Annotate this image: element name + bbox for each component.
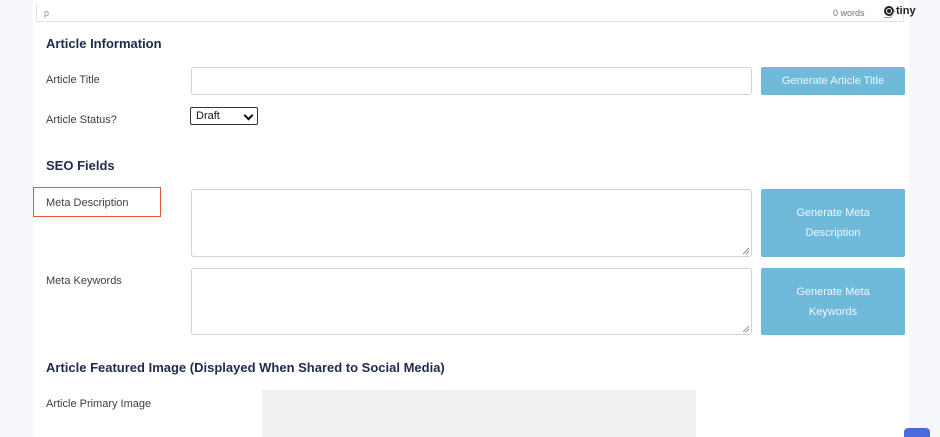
article-title-input[interactable] bbox=[191, 67, 752, 95]
generate-meta-description-button[interactable]: Generate Meta Description bbox=[761, 189, 905, 257]
generate-article-title-button[interactable]: Generate Article Title bbox=[761, 67, 905, 95]
tiny-brand: tiny bbox=[896, 5, 916, 17]
section-title-featured-image: Article Featured Image (Displayed When S… bbox=[46, 360, 445, 375]
primary-image-dropzone[interactable] bbox=[262, 390, 696, 437]
chevron-down-icon bbox=[243, 110, 254, 121]
meta-keywords-label: Meta Keywords bbox=[46, 275, 122, 287]
article-primary-image-label: Article Primary Image bbox=[46, 398, 152, 410]
meta-description-textarea[interactable] bbox=[191, 189, 752, 257]
word-count: 0 words bbox=[833, 8, 865, 18]
article-status-value: Draft bbox=[196, 110, 220, 122]
chat-widget-tab[interactable] bbox=[904, 428, 930, 437]
section-title-article-information: Article Information bbox=[46, 36, 162, 51]
meta-description-label: Meta Description bbox=[46, 197, 129, 209]
resize-grip-icon[interactable] bbox=[743, 326, 749, 332]
element-path[interactable]: p bbox=[44, 8, 49, 18]
section-title-seo-fields: SEO Fields bbox=[46, 158, 115, 173]
meta-keywords-textarea[interactable] bbox=[191, 268, 752, 335]
article-status-select[interactable]: Draft bbox=[190, 107, 258, 125]
resize-grip-icon[interactable] bbox=[743, 248, 749, 254]
article-title-label: Article Title bbox=[46, 74, 100, 86]
editor-status-bar: p 0 words tiny bbox=[36, 4, 916, 22]
generate-meta-keywords-button[interactable]: Generate Meta Keywords bbox=[761, 268, 905, 335]
article-status-label: Article Status? bbox=[46, 114, 117, 126]
